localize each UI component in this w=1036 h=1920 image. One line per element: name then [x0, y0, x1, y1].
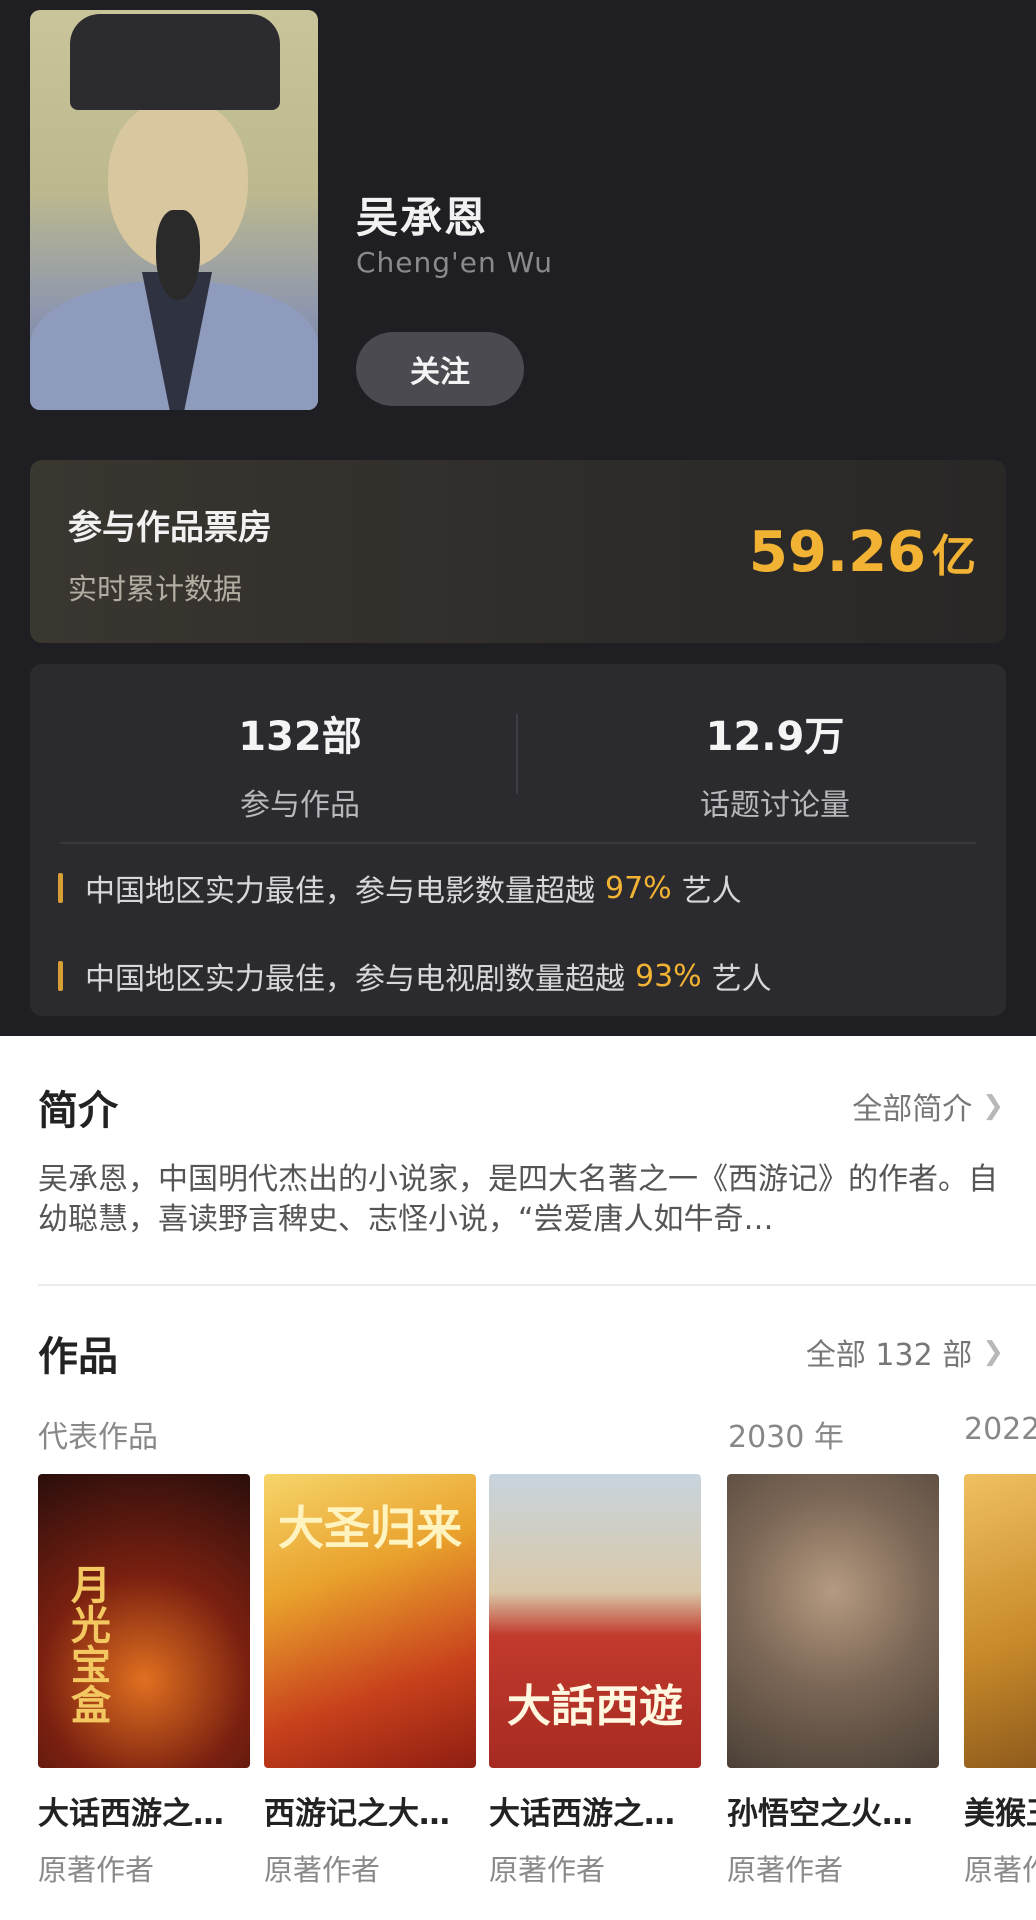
- ranking-prefix: 中国地区实力最佳，参与电视剧数量超越: [85, 962, 625, 997]
- work-title: 大话西游之…: [38, 1796, 224, 1832]
- work-title: 西游记之大…: [264, 1796, 450, 1832]
- ranking-bar: [58, 961, 63, 991]
- works-heading: 作品: [38, 1334, 118, 1380]
- work-role: 原著作者: [38, 1853, 155, 1887]
- works-count-label: 参与作品: [240, 788, 360, 823]
- ranking-percent: 93%: [635, 958, 702, 994]
- poster-title-art: 月光宝盒: [64, 1564, 110, 1724]
- stats-card: 132部 参与作品 12.9万 话题讨论量 中国地区实力最佳，参与电影数量超越 …: [30, 664, 1006, 1016]
- portrait-hat: [70, 14, 280, 110]
- works-carousel[interactable]: 月光宝盒 大话西游之… 原著作者 大圣归来 西游记之大… 原著作者 大話西遊 大…: [0, 1474, 1036, 1920]
- discussion-label: 话题讨论量: [700, 788, 850, 823]
- author-name: 吴承恩: [356, 193, 489, 242]
- ranking-bar: [58, 873, 63, 903]
- intro-more-link[interactable]: 全部简介 ❯: [852, 1084, 1004, 1128]
- section-divider: [38, 1284, 1036, 1286]
- group-label-featured: 代表作品: [38, 1420, 158, 1455]
- box-office-card[interactable]: 参与作品票房 实时累计数据 59.26 亿: [30, 460, 1006, 643]
- chevron-right-icon: ❯: [982, 1091, 1004, 1121]
- works-count-stat[interactable]: 132部 参与作品: [100, 704, 500, 824]
- work-title: 大话西游之…: [489, 1796, 675, 1832]
- follow-button[interactable]: 关注: [356, 332, 524, 406]
- work-card[interactable]: 大話西遊 大话西游之… 原著作者: [489, 1474, 701, 1889]
- work-card[interactable]: 大圣归来 西游记之大… 原著作者: [264, 1474, 476, 1889]
- ranking-suffix: 艺人: [681, 874, 742, 909]
- poster-title-art: 大圣归来: [278, 1501, 462, 1555]
- work-title: 孙悟空之火…: [727, 1796, 913, 1832]
- discussion-stat[interactable]: 12.9万 话题讨论量: [575, 704, 975, 824]
- work-poster[interactable]: 月光宝盒: [38, 1474, 250, 1768]
- author-name-en: Cheng'en Wu: [356, 246, 554, 279]
- work-poster[interactable]: [727, 1474, 939, 1768]
- work-title: 美猴王: [964, 1796, 1036, 1832]
- work-card[interactable]: 月光宝盒 大话西游之… 原著作者: [38, 1474, 250, 1889]
- work-poster[interactable]: 大話西遊: [489, 1474, 701, 1768]
- intro-text[interactable]: 吴承恩，中国明代杰出的小说家，是四大名著之一《西游记》的作者。自幼聪慧，喜读野言…: [38, 1160, 998, 1240]
- box-office-unit: 亿: [932, 531, 976, 582]
- ranking-suffix: 艺人: [711, 962, 772, 997]
- works-more-link[interactable]: 全部 132 部 ❯: [806, 1330, 1004, 1374]
- work-card[interactable]: 孙悟空之火… 原著作者: [727, 1474, 939, 1889]
- discussion-count: 12.9万: [705, 714, 845, 760]
- box-office-value: 59.26 亿: [749, 520, 976, 585]
- work-poster[interactable]: 大圣归来: [264, 1474, 476, 1768]
- work-role: 原著作者: [964, 1853, 1036, 1887]
- work-role: 原著作者: [727, 1853, 844, 1887]
- work-role: 原著作者: [264, 1853, 381, 1887]
- works-count: 132部: [238, 714, 362, 760]
- ranking-prefix: 中国地区实力最佳，参与电影数量超越: [85, 874, 595, 909]
- ranking-movie: 中国地区实力最佳，参与电影数量超越 97% 艺人: [58, 868, 742, 909]
- group-label-year: 2022: [964, 1412, 1036, 1447]
- ranking-tv: 中国地区实力最佳，参与电视剧数量超越 93% 艺人: [58, 956, 772, 997]
- stats-separator: [60, 842, 976, 844]
- intro-heading: 简介: [38, 1088, 118, 1134]
- chevron-right-icon: ❯: [982, 1337, 1004, 1367]
- group-label-year: 2030 年: [728, 1420, 844, 1455]
- author-portrait: [30, 10, 318, 410]
- box-office-subtitle: 实时累计数据: [68, 572, 243, 606]
- intro-more-label: 全部简介: [852, 1092, 973, 1127]
- work-role: 原著作者: [489, 1853, 606, 1887]
- stats-divider: [516, 714, 518, 794]
- works-more-label: 全部 132 部: [805, 1338, 973, 1373]
- poster-title-art: 大話西遊: [507, 1681, 683, 1732]
- portrait-beard: [156, 210, 200, 300]
- ranking-percent: 97%: [605, 870, 672, 906]
- work-card[interactable]: 美猴王 原著作者: [964, 1474, 1036, 1889]
- box-office-number: 59.26: [748, 520, 926, 585]
- box-office-title: 参与作品票房: [68, 508, 272, 548]
- work-poster[interactable]: [964, 1474, 1036, 1768]
